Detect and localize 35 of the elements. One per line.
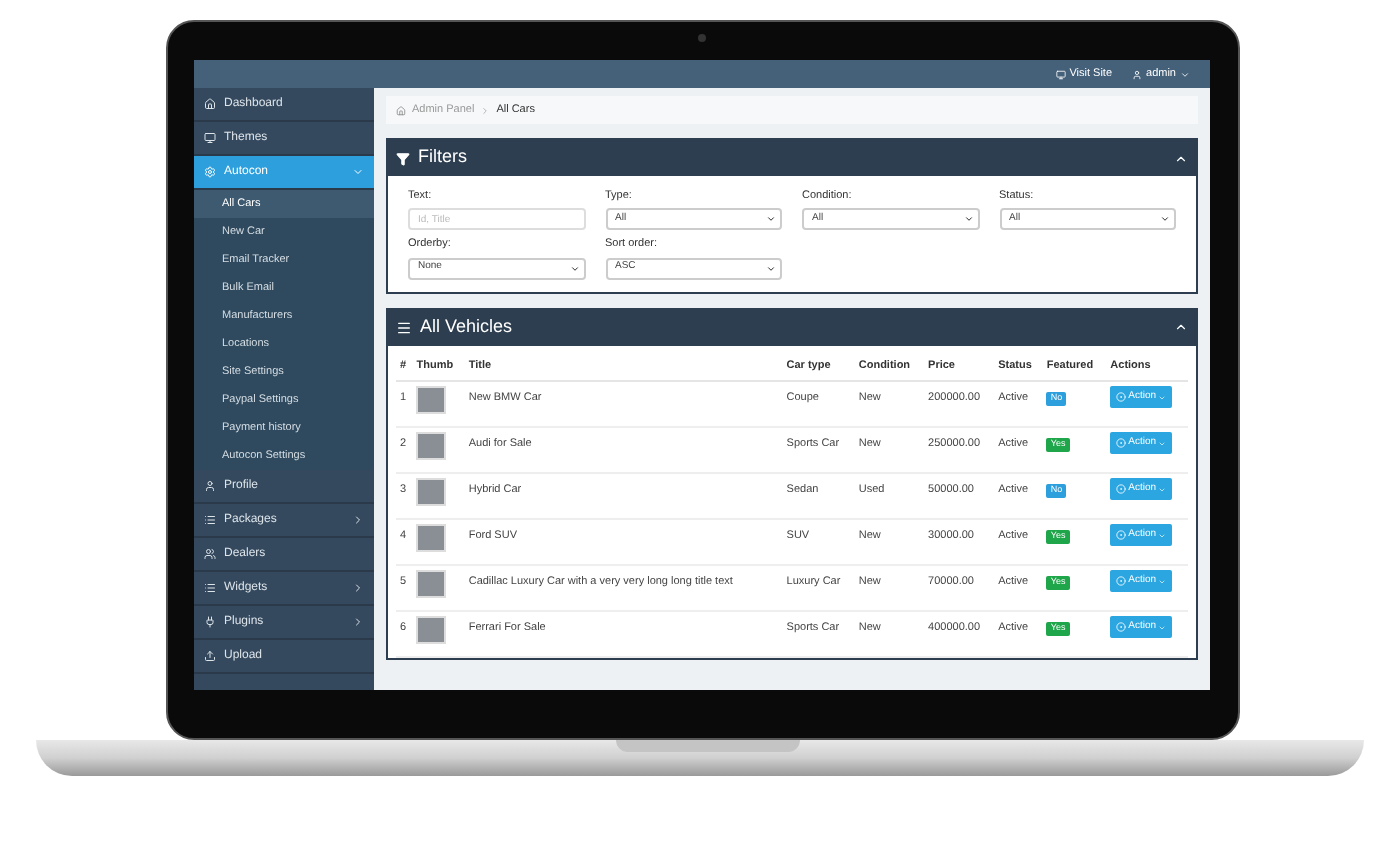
chevron-icon: [352, 582, 364, 594]
user-icon: [204, 480, 216, 492]
photo-placeholder: [416, 432, 447, 460]
separator-icon: [480, 105, 491, 115]
caret-icon: [963, 214, 973, 225]
chevron-icon: [352, 616, 364, 628]
photo-placeholder: [416, 524, 447, 552]
photo-placeholder: [416, 616, 447, 644]
chevron-icon: [352, 514, 364, 526]
user-icon: [1132, 69, 1143, 79]
photo-placeholder: [416, 386, 447, 414]
collapse-icon[interactable]: [1174, 151, 1188, 165]
photo-placeholder: [416, 478, 447, 506]
monitor-icon: [204, 132, 216, 144]
monitor-icon: [1055, 69, 1066, 79]
caret-icon: [1180, 69, 1190, 79]
camera-icon: [698, 34, 706, 42]
caret-icon: [569, 263, 579, 273]
upload-icon: [204, 650, 216, 662]
collapse-icon[interactable]: [1174, 320, 1188, 334]
home-icon: [204, 98, 216, 110]
home-icon: [396, 105, 406, 115]
list-icon: [204, 582, 216, 594]
caret-icon: [766, 263, 776, 273]
caret-icon: [766, 214, 776, 225]
plug-icon: [204, 616, 216, 628]
panel-title: Filters: [418, 144, 469, 171]
filter-icon: [396, 151, 410, 165]
caret-icon: [1160, 214, 1170, 225]
panel-title: All Vehicles: [420, 313, 515, 340]
menu-icon: [396, 319, 412, 335]
list-icon: [204, 514, 216, 526]
users-icon: [204, 548, 216, 560]
photo-placeholder: [416, 570, 447, 598]
chevron-icon: [352, 166, 364, 178]
